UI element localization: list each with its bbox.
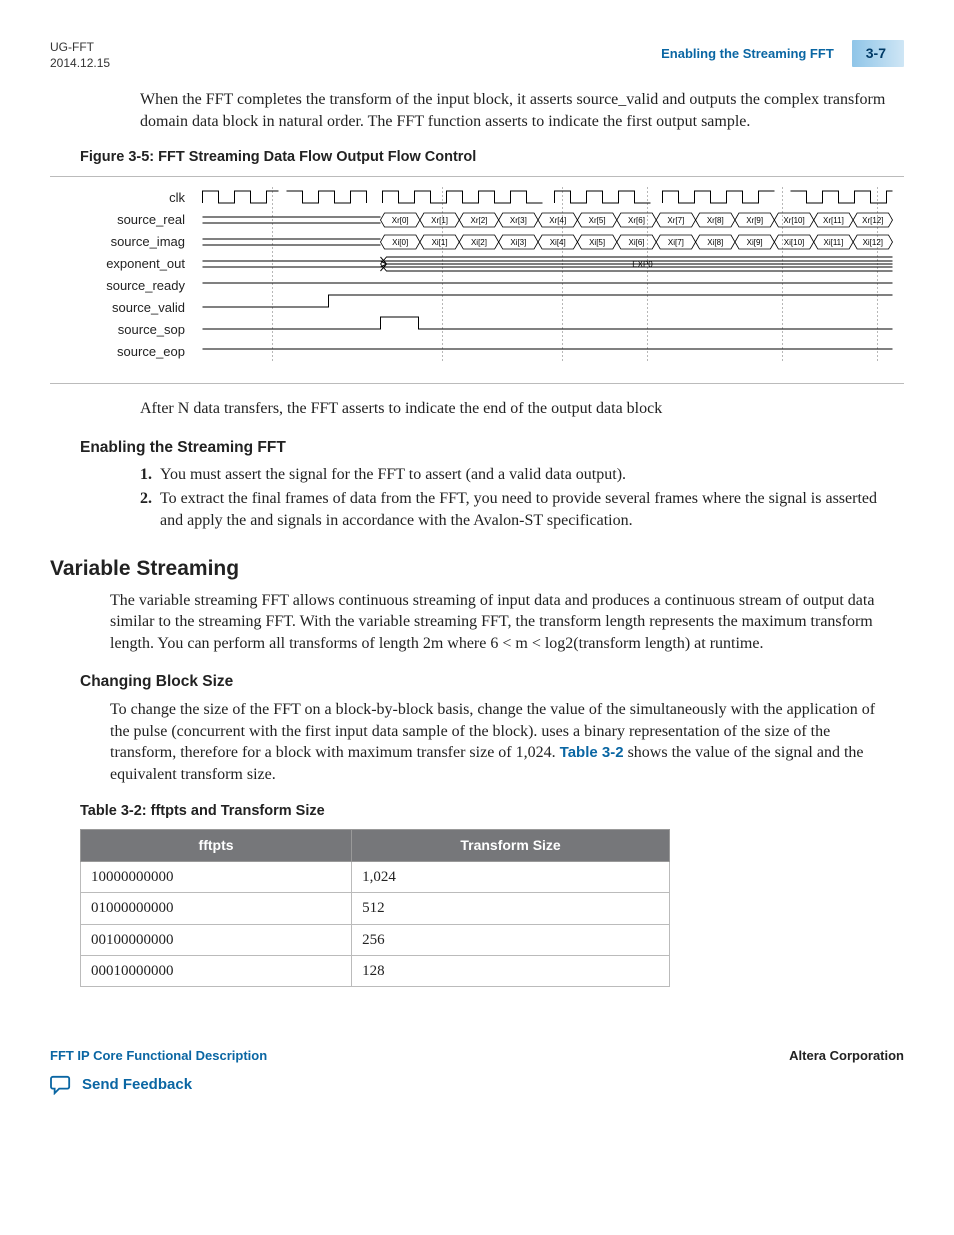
- svg-text:Xr[3]: Xr[3]: [510, 216, 527, 225]
- svg-text:Xr[11]: Xr[11]: [823, 216, 844, 225]
- sig-clk: clk: [50, 187, 185, 209]
- svg-text:Xi[9]: Xi[9]: [747, 238, 763, 247]
- fftpts-table: fftpts Transform Size 100000000001,02401…: [80, 829, 670, 987]
- cell-fftpts: 00100000000: [81, 924, 352, 955]
- sig-source-real: source_real: [50, 209, 185, 231]
- step-1: You must assert the signal for the FFT t…: [156, 464, 904, 486]
- svg-text:Xi[4]: Xi[4]: [550, 238, 566, 247]
- svg-text:Xr[0]: Xr[0]: [392, 216, 409, 225]
- enabling-heading: Enabling the Streaming FFT: [80, 438, 904, 459]
- table-row: 00100000000256: [81, 924, 670, 955]
- page-header: UG-FFT 2014.12.15 Enabling the Streaming…: [50, 40, 904, 71]
- svg-text:Xi[10]: Xi[10]: [784, 238, 804, 247]
- sig-source-imag: source_imag: [50, 231, 185, 253]
- table-row: 01000000000512: [81, 893, 670, 924]
- enabling-steps: You must assert the signal for the FFT t…: [80, 464, 904, 531]
- cell-transform-size: 1,024: [352, 862, 670, 893]
- intro-paragraph: When the FFT completes the transform of …: [140, 89, 894, 132]
- svg-text:Xi[6]: Xi[6]: [628, 238, 644, 247]
- sig-source-eop: source_eop: [50, 341, 185, 363]
- th-fftpts: fftpts: [81, 830, 352, 862]
- cell-transform-size: 512: [352, 893, 670, 924]
- svg-text:Xr[7]: Xr[7]: [667, 216, 684, 225]
- svg-text:Xr[9]: Xr[9]: [746, 216, 763, 225]
- svg-text:Xi[11]: Xi[11]: [823, 238, 843, 247]
- exp-label: EXP0: [632, 260, 653, 269]
- page-footer: FFT IP Core Functional Description Alter…: [50, 1047, 904, 1065]
- after-figure-paragraph: After N data transfers, the FFT asserts …: [140, 398, 894, 420]
- svg-text:Xr[10]: Xr[10]: [783, 216, 804, 225]
- svg-text:Xr[4]: Xr[4]: [549, 216, 566, 225]
- signal-labels: clk source_real source_imag exponent_out…: [50, 187, 191, 367]
- step-2: To extract the final frames of data from…: [156, 488, 904, 531]
- th-transform-size: Transform Size: [352, 830, 670, 862]
- cell-fftpts: 10000000000: [81, 862, 352, 893]
- svg-text:Xr[2]: Xr[2]: [471, 216, 488, 225]
- svg-text:Xi[5]: Xi[5]: [589, 238, 605, 247]
- svg-text:Xi[2]: Xi[2]: [471, 238, 487, 247]
- sig-source-sop: source_sop: [50, 319, 185, 341]
- cell-transform-size: 256: [352, 924, 670, 955]
- timing-diagram-svg: EXP0 Xr[0] Xr[1] Xr[2] Xr[3] Xr[4] Xr[5] Xr[6]…: [191, 187, 904, 367]
- header-section-title: Enabling the Streaming FFT: [661, 45, 834, 63]
- svg-text:Xi[1]: Xi[1]: [432, 238, 448, 247]
- table-3-2-link[interactable]: Table 3-2: [560, 744, 624, 761]
- cell-transform-size: 128: [352, 955, 670, 986]
- variable-streaming-para: The variable streaming FFT allows contin…: [110, 590, 894, 655]
- page-number-badge: 3-7: [852, 40, 904, 67]
- svg-text:Xi[12]: Xi[12]: [863, 238, 883, 247]
- table-row: 00010000000128: [81, 955, 670, 986]
- figure-title: Figure 3-5: FFT Streaming Data Flow Outp…: [80, 148, 904, 168]
- cell-fftpts: 01000000000: [81, 893, 352, 924]
- sig-exponent-out: exponent_out: [50, 253, 185, 275]
- feedback-label[interactable]: Send Feedback: [82, 1075, 192, 1095]
- svg-text:Xi[3]: Xi[3]: [510, 238, 526, 247]
- doc-id: UG-FFT: [50, 40, 110, 56]
- sig-source-valid: source_valid: [50, 297, 185, 319]
- svg-text:Xr[6]: Xr[6]: [628, 216, 645, 225]
- svg-text:Xr[12]: Xr[12]: [862, 216, 883, 225]
- svg-text:Xr[8]: Xr[8]: [707, 216, 724, 225]
- svg-text:Xi[0]: Xi[0]: [392, 238, 408, 247]
- send-feedback-link[interactable]: Send Feedback: [50, 1075, 904, 1095]
- sig-source-ready: source_ready: [50, 275, 185, 297]
- svg-text:Xr[1]: Xr[1]: [431, 216, 448, 225]
- changing-block-heading: Changing Block Size: [80, 672, 904, 693]
- doc-date: 2014.12.15: [50, 56, 110, 72]
- svg-text:Xi[7]: Xi[7]: [668, 238, 684, 247]
- table-row: 100000000001,024: [81, 862, 670, 893]
- header-doc-info: UG-FFT 2014.12.15: [50, 40, 110, 71]
- figure-3-5: clk source_real source_imag exponent_out…: [50, 176, 904, 384]
- speech-bubble-icon: [50, 1075, 72, 1095]
- footer-right: Altera Corporation: [789, 1047, 904, 1065]
- svg-text:Xi[8]: Xi[8]: [707, 238, 723, 247]
- changing-block-para: To change the size of the FFT on a block…: [110, 699, 894, 785]
- table-title: Table 3-2: fftpts and Transform Size: [80, 802, 904, 822]
- header-right: Enabling the Streaming FFT 3-7: [661, 40, 904, 67]
- variable-streaming-heading: Variable Streaming: [50, 555, 904, 583]
- svg-text:Xr[5]: Xr[5]: [589, 216, 606, 225]
- cell-fftpts: 00010000000: [81, 955, 352, 986]
- footer-left: FFT IP Core Functional Description: [50, 1047, 267, 1065]
